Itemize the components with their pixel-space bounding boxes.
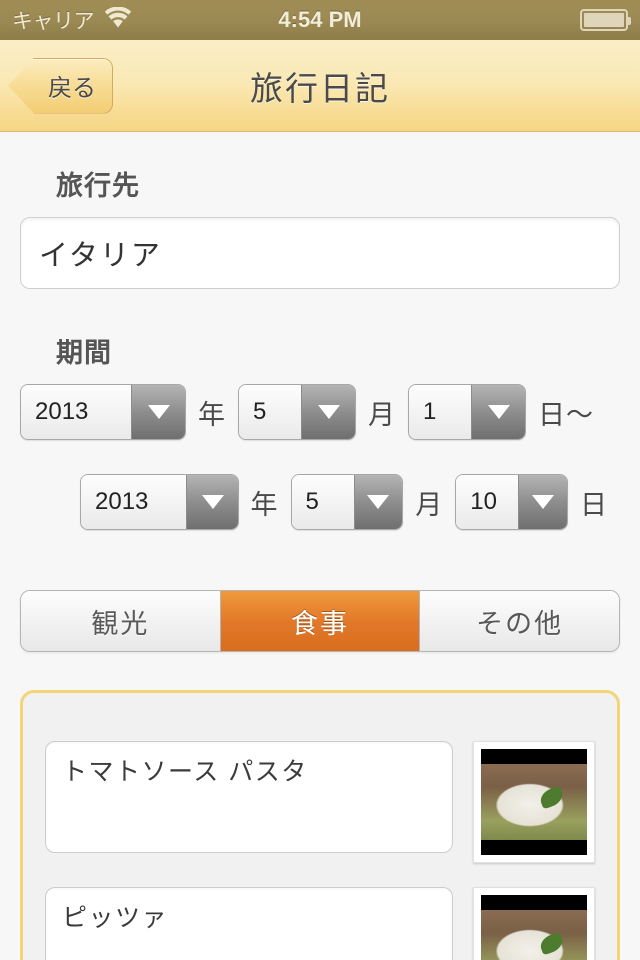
end-date-row: 2013 年 5 月 10 日 (20, 474, 620, 530)
photo-content (481, 763, 587, 841)
nav-bar: 戻る 旅行日記 (0, 40, 640, 132)
end-year-unit: 年 (250, 489, 279, 520)
back-button-label: 戻る (48, 75, 96, 102)
end-month-select[interactable]: 5 (290, 474, 404, 530)
start-date-row: 2013 年 5 月 1 日〜 (20, 384, 620, 440)
end-day-value: 10 (456, 475, 519, 529)
category-segmented-control: 観光 食事 その他 (20, 590, 620, 652)
status-bar: キャリア 4:54 PM (0, 0, 640, 40)
chevron-down-icon[interactable] (186, 475, 238, 529)
chevron-down-icon[interactable] (471, 385, 525, 439)
tab-other[interactable]: その他 (420, 591, 619, 651)
tab-sightseeing[interactable]: 観光 (21, 591, 221, 651)
pasta-photo (481, 749, 587, 855)
battery-icon (580, 9, 631, 31)
start-day-value: 1 (409, 385, 471, 439)
entry-thumbnail-2[interactable] (473, 887, 595, 960)
end-month-unit: 月 (415, 489, 444, 520)
status-time: 4:54 PM (278, 7, 362, 32)
start-year-unit: 年 (198, 399, 226, 430)
battery-cap (628, 17, 631, 25)
pizza-photo (481, 895, 587, 960)
end-year-select[interactable]: 2013 (80, 474, 239, 530)
destination-input[interactable] (20, 217, 620, 289)
start-day-select[interactable]: 1 (408, 384, 526, 440)
photo-content (481, 909, 587, 960)
entry-thumbnail-1[interactable] (473, 741, 595, 863)
end-year-value: 2013 (81, 475, 187, 529)
entry-list-panel (20, 690, 620, 960)
destination-label: 旅行先 (56, 171, 140, 201)
entry-note-input-2[interactable] (45, 887, 453, 960)
end-month-value: 5 (291, 475, 354, 529)
list-item (45, 741, 595, 863)
start-month-value: 5 (239, 385, 301, 439)
entry-note-input-1[interactable] (45, 741, 453, 853)
chevron-down-icon[interactable] (353, 475, 403, 529)
list-item (45, 887, 595, 960)
start-year-value: 2013 (21, 385, 131, 439)
main-content: 旅行先 期間 2013 年 5 月 1 日〜 2013 年 5 月 (0, 164, 640, 960)
chevron-down-icon[interactable] (518, 475, 568, 529)
end-day-select[interactable]: 10 (455, 474, 569, 530)
status-bar-right (580, 9, 631, 31)
tab-meals[interactable]: 食事 (220, 591, 421, 651)
end-day-unit: 日 (580, 489, 609, 520)
start-month-unit: 月 (368, 399, 396, 430)
start-day-unit: 日〜 (538, 399, 594, 430)
chevron-down-icon[interactable] (301, 385, 355, 439)
start-month-select[interactable]: 5 (238, 384, 356, 440)
battery-fill (584, 13, 624, 27)
chevron-down-icon[interactable] (131, 385, 185, 439)
start-year-select[interactable]: 2013 (20, 384, 186, 440)
period-label: 期間 (56, 338, 112, 368)
